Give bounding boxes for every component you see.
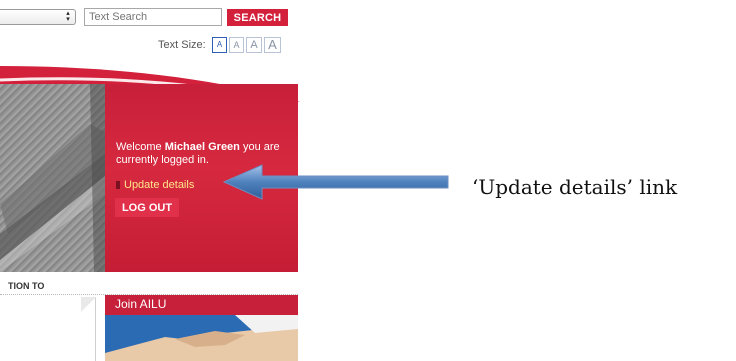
user-name: Michael Green	[164, 141, 240, 153]
bullet-icon	[116, 181, 120, 189]
join-title: Join AILU	[115, 297, 167, 311]
text-size-medium-button[interactable]: A	[229, 37, 244, 53]
search-input[interactable]	[84, 8, 222, 26]
hero-image	[0, 84, 105, 272]
text-size-small-button[interactable]: A	[212, 37, 227, 53]
text-size-label: Text Size:	[158, 39, 206, 51]
handshake-icon	[105, 315, 298, 361]
select-stepper-icon: ▴ ▾	[66, 10, 70, 23]
category-select[interactable]: ▴ ▾	[0, 9, 76, 25]
info-tab	[0, 297, 96, 361]
handshake-image[interactable]	[105, 315, 298, 361]
annotation-arrow-icon	[222, 164, 449, 200]
annotation-label: ‘Update details’ link	[472, 175, 678, 199]
search-button[interactable]: SEARCH	[227, 9, 288, 26]
machined-surface-image	[0, 84, 105, 272]
logout-button[interactable]: LOG OUT	[115, 198, 179, 217]
join-banner[interactable]: Join AILU	[105, 295, 298, 315]
page-fold-icon	[81, 297, 96, 312]
text-size-xlarge-button[interactable]: A	[264, 37, 281, 53]
text-size-large-button[interactable]: A	[246, 37, 262, 53]
tab-heading: TION TO	[8, 281, 45, 291]
update-details-link[interactable]: Update details	[116, 179, 194, 191]
